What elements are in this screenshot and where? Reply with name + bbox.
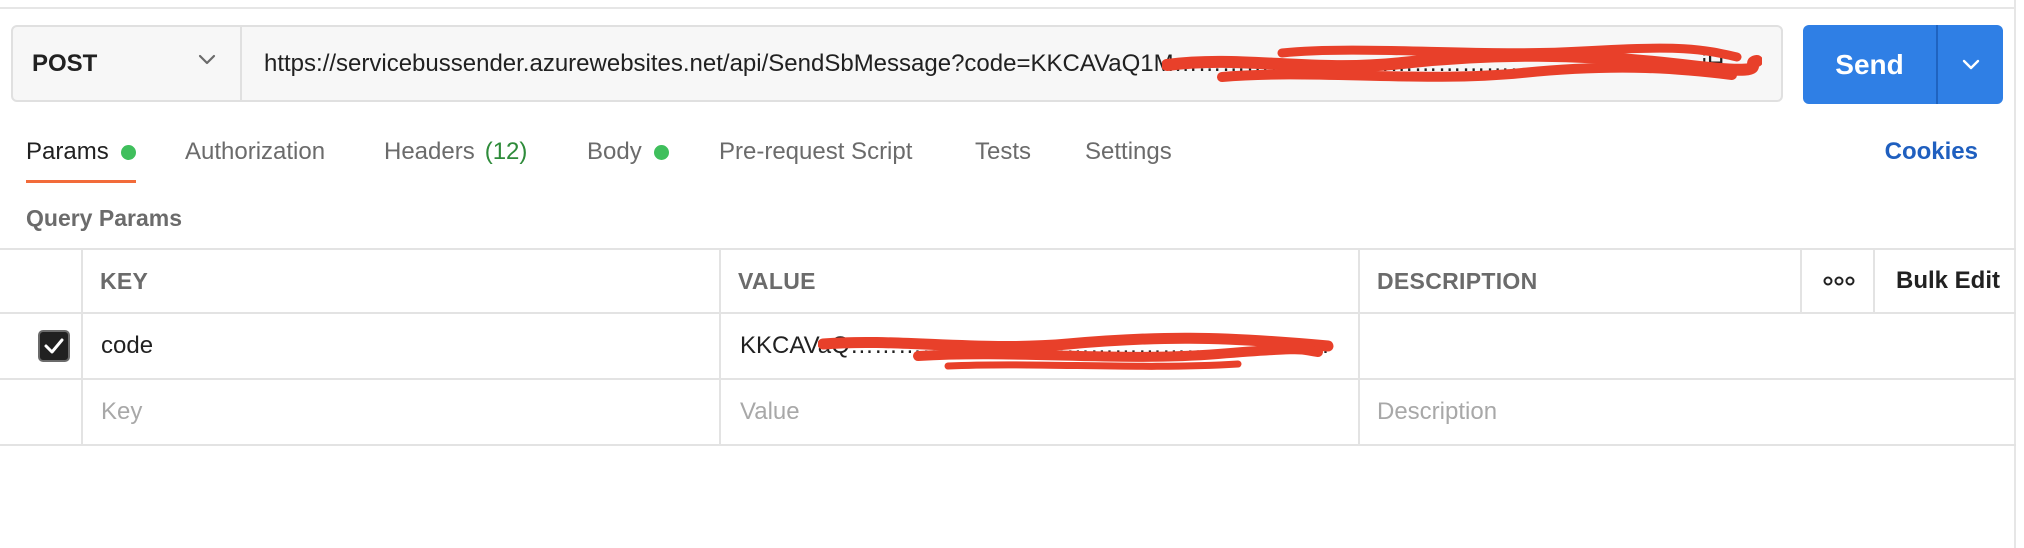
- checkbox[interactable]: [38, 330, 70, 362]
- tab-pre-request-script-label: Pre-request Script: [719, 138, 913, 165]
- param-key-field[interactable]: code: [101, 314, 153, 378]
- tab-tests-label: Tests: [975, 138, 1032, 165]
- active-tab-indicator: [26, 180, 136, 183]
- bulk-edit-button[interactable]: Bulk Edit: [1896, 250, 2000, 312]
- tab-headers-label: Headers: [384, 138, 475, 165]
- request-bar: POST https://servicebussender.azurewebsi…: [11, 25, 1783, 102]
- new-key-input[interactable]: Key: [101, 380, 142, 444]
- tab-settings-label: Settings: [1085, 138, 1172, 165]
- column-header-value: VALUE: [738, 267, 816, 294]
- tab-body-label: Body: [587, 138, 642, 165]
- param-value-text: KKCAVaQ……………………………………………………………5...: [740, 332, 1340, 359]
- table-row-empty: Key Value Description: [0, 380, 2016, 446]
- chevron-down-icon: [198, 54, 216, 65]
- cookies-link[interactable]: Cookies: [1885, 133, 1978, 171]
- column-header-description: DESCRIPTION: [1377, 267, 1538, 294]
- tab-body[interactable]: Body: [587, 133, 669, 171]
- tab-headers[interactable]: Headers (12): [384, 133, 527, 171]
- more-horizontal-icon[interactable]: [1819, 250, 1859, 312]
- new-description-input[interactable]: Description: [1377, 380, 1497, 444]
- tab-tests[interactable]: Tests: [975, 133, 1031, 171]
- table-row: code KKCAVaQ……………………………………………………………5...: [0, 314, 2016, 380]
- more-horizontal-icon-glyph: [1823, 276, 1855, 286]
- url-text: https://servicebussender.azurewebsites.n…: [264, 49, 1745, 77]
- tab-pre-request-script[interactable]: Pre-request Script: [719, 133, 912, 171]
- query-params-table: KEY VALUE DESCRIPTION Bulk Edit code KKC…: [0, 248, 2016, 446]
- params-status-dot: [120, 144, 136, 160]
- method-select[interactable]: POST: [13, 27, 242, 100]
- method-label: POST: [32, 49, 98, 77]
- url-input[interactable]: https://servicebussender.azurewebsites.n…: [242, 27, 1781, 100]
- tab-authorization[interactable]: Authorization: [185, 133, 325, 171]
- send-button-group: Send: [1803, 25, 2003, 104]
- headers-count: (12): [484, 138, 528, 165]
- table-header-row: KEY VALUE DESCRIPTION Bulk Edit: [0, 248, 2016, 314]
- request-tabs: Params Authorization Headers (12) Body P…: [0, 133, 2016, 185]
- row-enabled-checkbox[interactable]: [38, 314, 70, 378]
- top-divider: [0, 7, 2016, 9]
- tab-params[interactable]: Params: [26, 133, 136, 171]
- param-value-field[interactable]: KKCAVaQ……………………………………………………………5...: [740, 314, 1348, 378]
- body-status-dot: [653, 144, 669, 160]
- send-options-button[interactable]: [1938, 25, 2003, 104]
- tab-authorization-label: Authorization: [185, 138, 326, 165]
- section-title: Query Params: [26, 205, 182, 231]
- chevron-down-icon: [1962, 59, 1979, 69]
- check-icon: [44, 338, 64, 354]
- tab-params-label: Params: [26, 138, 109, 165]
- send-button[interactable]: Send: [1803, 25, 1936, 104]
- new-value-input[interactable]: Value: [740, 380, 800, 444]
- tab-settings[interactable]: Settings: [1085, 133, 1172, 171]
- column-header-key: KEY: [100, 267, 149, 294]
